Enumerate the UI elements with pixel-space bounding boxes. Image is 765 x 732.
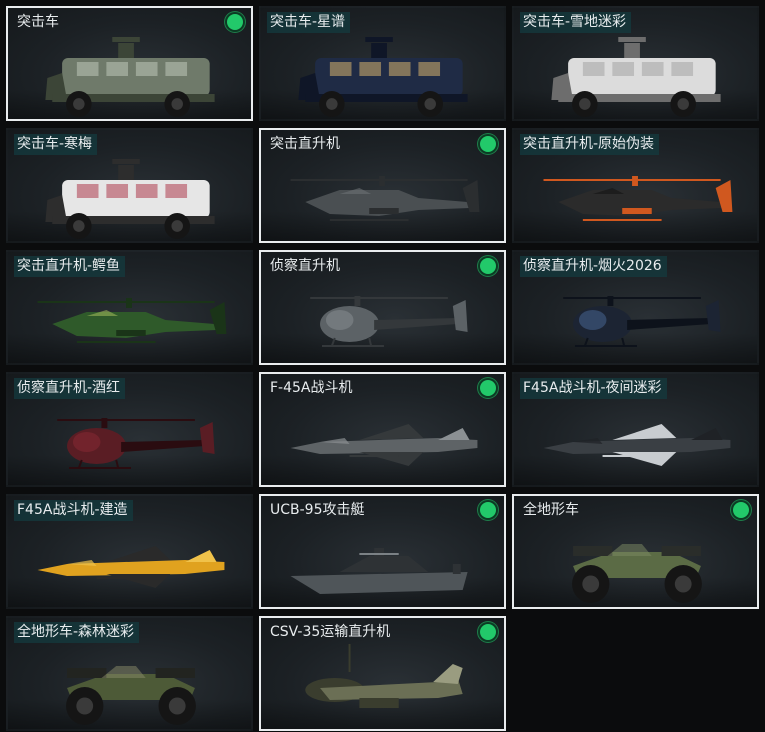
truck-vehicle-icon [298,37,468,117]
truck-vehicle-icon [45,159,215,239]
scout-heli-vehicle-icon [57,418,215,469]
vehicle-card[interactable]: F45A战斗机-建造 [6,494,253,609]
vehicle-card[interactable]: F-45A战斗机 [259,372,506,487]
vehicle-card[interactable]: 突击直升机-原始伪装 [512,128,759,243]
vehicle-card[interactable]: 侦察直升机-烟火2026 [512,250,759,365]
vehicle-card[interactable]: 侦察直升机-酒红 [6,372,253,487]
scout-heli-vehicle-icon [310,296,468,347]
vehicle-card[interactable]: 突击车-星谱 [259,6,506,121]
truck-vehicle-icon [45,37,215,117]
boat-vehicle-icon [290,548,468,594]
vehicle-card[interactable]: 突击车-雪地迷彩 [512,6,759,121]
vehicle-card[interactable]: 全地形车 [512,494,759,609]
vehicle-card[interactable]: 突击直升机 [259,128,506,243]
attack-heli-vehicle-icon [543,176,733,221]
vehicle-card[interactable]: 全地形车-森林迷彩 [6,616,253,731]
vehicle-card[interactable]: 突击车 [6,6,253,121]
vehicle-card[interactable]: 突击直升机-鳄鱼 [6,250,253,365]
vehicle-grid: 突击车 突击车-星谱 突击车-雪地迷彩 突击车-寒梅 突击直升机 突击直升机-原… [6,6,759,731]
vehicle-card[interactable]: 突击车-寒梅 [6,128,253,243]
attack-heli-vehicle-icon [37,298,227,343]
atv-vehicle-icon [66,666,196,725]
vehicle-card[interactable]: CSV-35运输直升机 [259,616,506,731]
scout-heli-vehicle-icon [563,296,721,347]
attack-heli-vehicle-icon [290,176,480,221]
jet-vehicle-icon [290,424,478,466]
truck-vehicle-icon [551,37,721,117]
jet-vehicle-icon [543,424,731,466]
transport-heli-vehicle-icon [305,644,463,708]
vehicle-card[interactable]: 侦察直升机 [259,250,506,365]
jet-vehicle-icon [37,546,225,588]
vehicle-card[interactable]: F45A战斗机-夜间迷彩 [512,372,759,487]
vehicle-card[interactable]: UCB-95攻击艇 [259,494,506,609]
atv-vehicle-icon [572,544,702,603]
